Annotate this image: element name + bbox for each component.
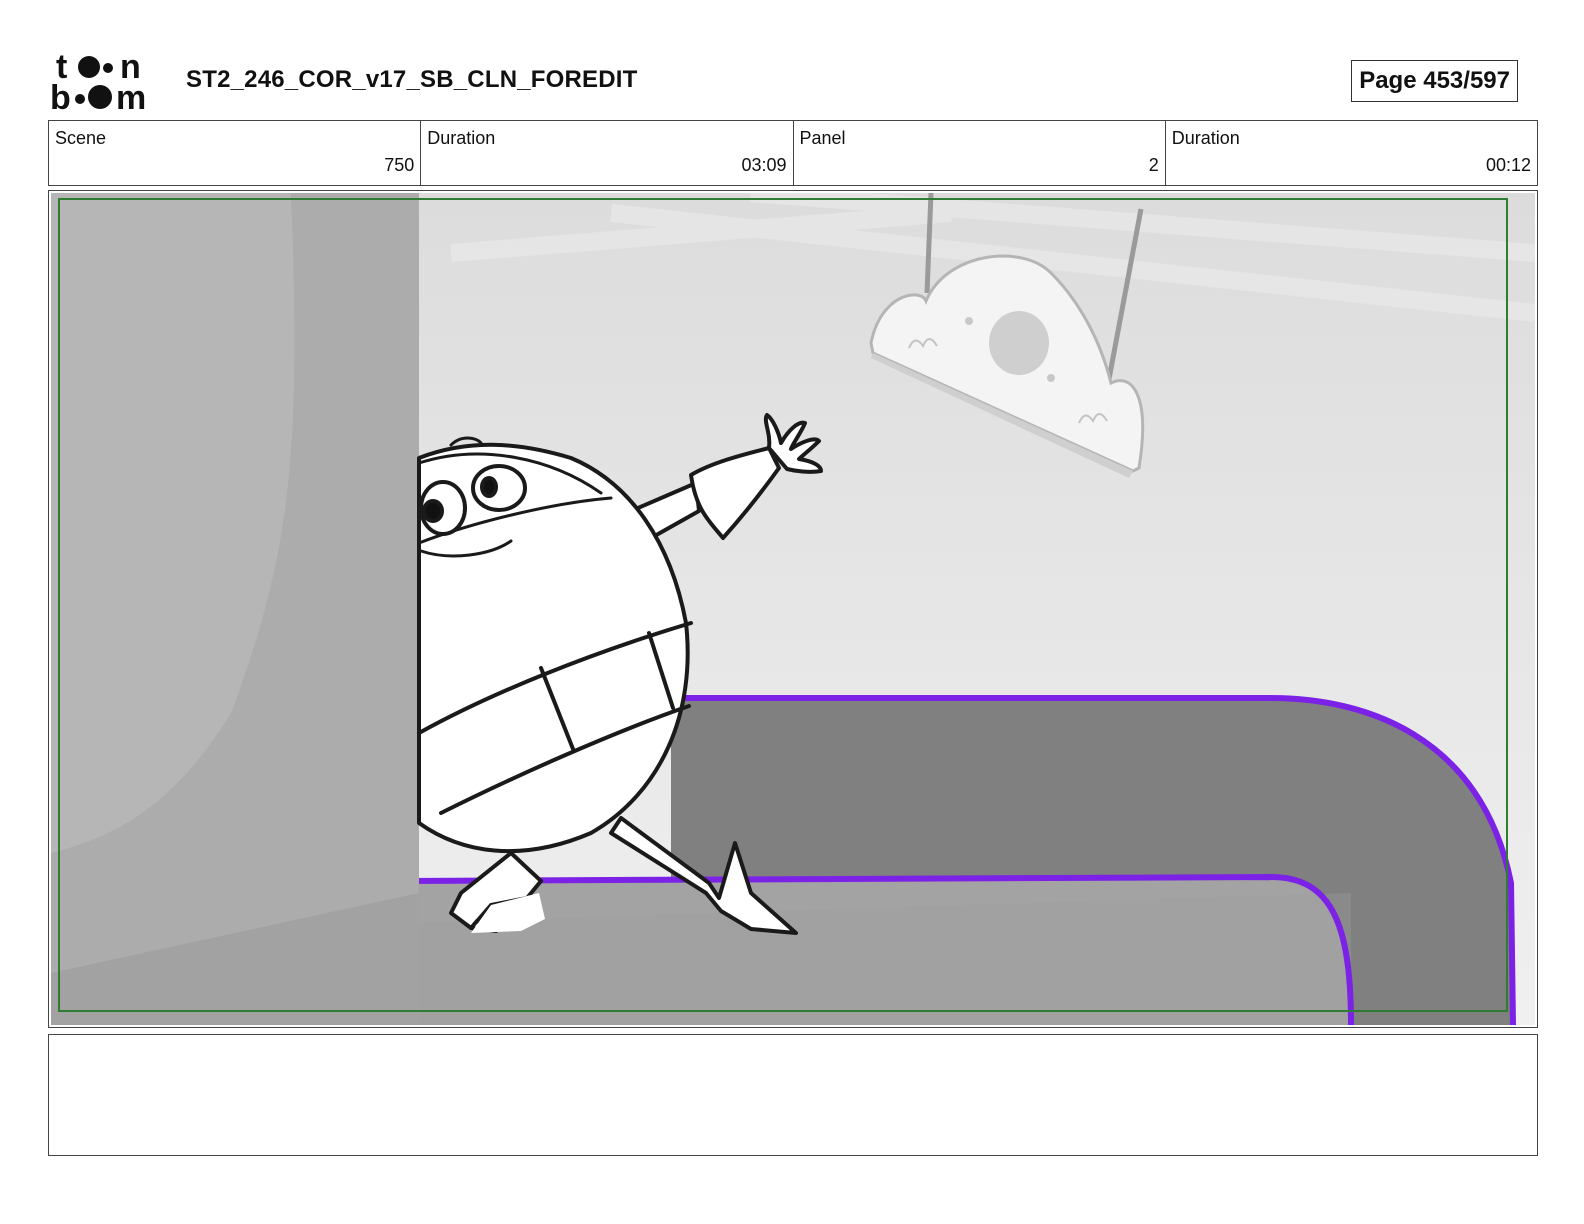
panel-cell: Panel 2 bbox=[794, 121, 1166, 185]
panel-duration-value: 00:12 bbox=[1485, 155, 1531, 175]
panel-info-row: Scene 750 Duration 03:09 Panel 2 Duratio… bbox=[48, 120, 1538, 186]
scene-duration-label: Duration bbox=[427, 128, 496, 148]
panel-duration-label: Duration bbox=[1171, 128, 1240, 148]
toonboom-logo: t n b m bbox=[50, 50, 166, 112]
scene-duration-value: 03:09 bbox=[741, 155, 787, 175]
scene-cell: Scene 750 bbox=[49, 121, 422, 185]
scene-value: 750 bbox=[384, 155, 415, 175]
panel-notes-box bbox=[48, 1034, 1538, 1156]
scene-duration-cell: Duration 03:09 bbox=[421, 121, 794, 185]
panel-label: Panel bbox=[799, 128, 846, 148]
svg-text:b: b bbox=[50, 79, 71, 112]
panel-value: 2 bbox=[1148, 155, 1159, 175]
panel-duration-cell: Duration 00:12 bbox=[1166, 121, 1537, 185]
page-number: Page 453/597 bbox=[1351, 60, 1518, 102]
scene-label: Scene bbox=[55, 128, 107, 148]
storyboard-panel-image bbox=[51, 193, 1535, 1025]
svg-text:m: m bbox=[116, 79, 146, 112]
storyboard-panel-frame bbox=[48, 190, 1538, 1028]
document-title: ST2_246_COR_v17_SB_CLN_FOREDIT bbox=[186, 66, 638, 93]
